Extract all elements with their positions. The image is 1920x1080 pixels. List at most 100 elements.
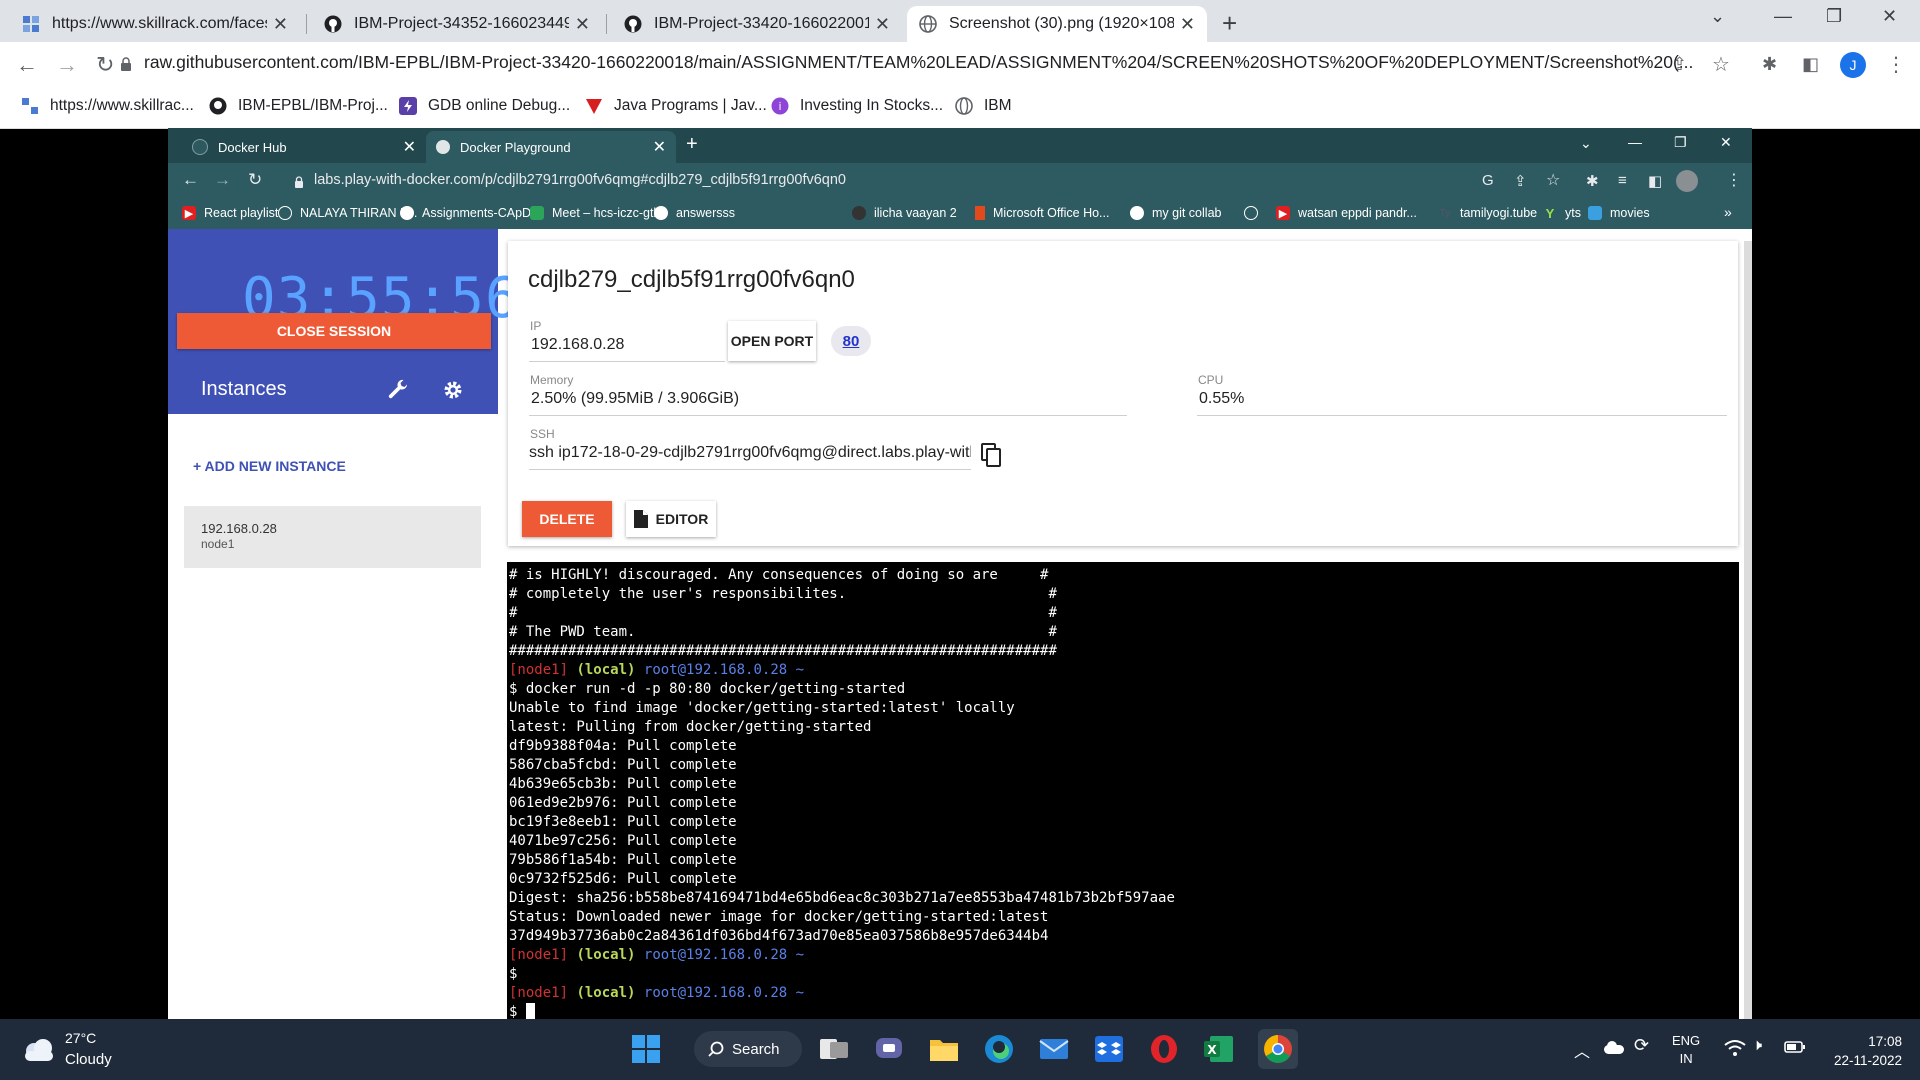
tab-search-icon[interactable]: ⌄ [1580,135,1592,152]
bookmark-answersss[interactable]: answersss [654,206,735,220]
outer-tab-screenshot[interactable]: Screenshot (30).png (1920×1080) ✕ [907,6,1207,42]
bookmark-movies[interactable]: movies [1588,206,1650,220]
minimize-icon[interactable]: — [1628,134,1642,150]
delete-instance-button[interactable]: DELETE [522,501,612,537]
taskbar-search-button[interactable]: Search [694,1031,802,1067]
bookmark-star-icon[interactable]: ☆ [1546,170,1560,190]
outer-tab-skillrack[interactable]: https://www.skillrack.com/faces/c ✕ [10,6,300,42]
opera-icon[interactable] [1148,1033,1180,1065]
bookmark-investing[interactable]: i Investing In Stocks... [770,96,943,116]
menu-icon[interactable]: ⋮ [1726,170,1742,190]
address-bar[interactable]: labs.play-with-docker.com/p/cdjlb2791rrg… [314,172,846,188]
onedrive-icon[interactable] [1602,1039,1626,1060]
side-panel-icon[interactable]: ◧ [1648,172,1662,190]
close-icon[interactable]: ✕ [653,137,666,157]
close-icon[interactable]: ✕ [273,14,288,35]
bookmark-ibm-epbl[interactable]: IBM-EPBL/IBM-Proj... [208,96,388,116]
address-bar[interactable]: raw.githubusercontent.com/IBM-EPBL/IBM-P… [144,52,1693,73]
close-session-button[interactable]: CLOSE SESSION [177,313,491,349]
ip-field[interactable]: 192.168.0.28 [531,336,721,354]
new-tab-button[interactable]: + [686,133,698,156]
dropbox-icon[interactable] [1093,1033,1125,1065]
copy-icon[interactable] [980,442,1004,473]
close-window-icon[interactable]: ✕ [1882,6,1897,27]
bookmark-java[interactable]: Java Programs | Jav... [584,96,767,116]
teams-chat-icon[interactable] [873,1033,905,1065]
edge-browser-icon[interactable] [983,1033,1015,1065]
excel-icon[interactable]: X [1203,1033,1235,1065]
file-explorer-icon[interactable] [928,1033,960,1065]
terminal[interactable]: # is HIGHLY! discouraged. Any consequenc… [507,562,1739,1019]
port-link[interactable]: 80 [831,326,871,356]
forward-icon[interactable]: → [214,170,231,190]
new-tab-button[interactable]: + [1222,8,1237,39]
share-icon[interactable]: ⇪ [1514,172,1527,190]
task-view-icon[interactable] [818,1033,850,1065]
scrollbar[interactable] [1744,241,1752,1019]
bookmark-yts[interactable]: Yyts [1543,206,1581,221]
bookmark-globe[interactable] [1244,206,1266,220]
google-icon[interactable]: G [1482,172,1494,189]
profile-avatar[interactable] [1676,170,1698,192]
media-icon[interactable]: ≡ [1618,172,1627,189]
reload-icon[interactable]: ↻ [248,170,262,190]
bookmark-tamilyogi[interactable]: Ty tamilyogi.tube [1438,206,1537,220]
weather-temperature[interactable]: 27°C [65,1030,96,1046]
outer-tab-ibm-project-34352[interactable]: IBM-Project-34352-1660234491/ ✕ [312,6,602,42]
bookmark-gdb[interactable]: GDB online Debug... [398,96,570,116]
chevron-up-icon[interactable]: ︿ [1574,1038,1590,1062]
wifi-icon[interactable] [1724,1039,1746,1062]
chrome-icon[interactable] [1258,1029,1298,1069]
outer-tab-ibm-project-33420[interactable]: IBM-Project-33420-1660220018/ ✕ [612,6,902,42]
clock[interactable]: 17:08 22-11-2022 [1822,1032,1902,1070]
add-new-instance-button[interactable]: + ADD NEW INSTANCE [193,458,346,474]
bookmark-star-icon[interactable]: ☆ [1712,52,1730,77]
mail-icon[interactable] [1038,1033,1070,1065]
inner-tab-docker-playground[interactable]: Docker Playground ✕ [426,131,676,163]
gear-icon[interactable] [442,379,464,406]
sync-icon[interactable]: ⟳ [1634,1035,1649,1056]
bookmark-microsoft-office[interactable]: Microsoft Office Ho... [975,206,1109,220]
ssh-field[interactable]: ssh ip172-18-0-29-cdjlb2791rrg00fv6qmg@d… [529,444,971,462]
minimize-icon[interactable]: — [1774,6,1792,27]
profile-avatar[interactable]: J [1840,52,1866,78]
close-window-icon[interactable]: ✕ [1720,134,1732,151]
close-icon[interactable]: ✕ [403,137,416,157]
volume-muted-icon[interactable]: 🕨 [1752,1037,1762,1055]
more-bookmarks-button[interactable]: » [1724,204,1732,220]
bookmark-meet[interactable]: Meet – hcs-iczc-gtb [530,206,660,220]
close-icon[interactable]: ✕ [575,14,590,35]
restore-icon[interactable]: ❐ [1674,134,1687,151]
bookmark-skillrack[interactable]: https://www.skillrac... [20,96,194,116]
bookmark-react-playlist[interactable]: ▶ React playlist [182,206,278,220]
restore-icon[interactable]: ❐ [1826,6,1842,27]
bookmark-assignments[interactable]: Assignments-CApD... [400,206,541,220]
language-indicator[interactable]: ENG IN [1672,1032,1700,1068]
battery-icon[interactable] [1784,1039,1806,1060]
extensions-icon[interactable]: ✱ [1762,54,1777,75]
bookmark-watsan[interactable]: ▶ watsan eppdi pandr... [1276,206,1417,220]
bookmark-nalaya-thiran[interactable]: NALAYA THIRAN L... [278,206,417,220]
close-icon[interactable]: ✕ [1180,14,1195,35]
side-panel-icon[interactable]: ◧ [1802,54,1819,75]
reload-icon[interactable]: ↻ [96,52,114,78]
cloudy-weather-icon[interactable] [20,1037,56,1068]
wrench-icon[interactable] [386,378,410,407]
inner-tab-docker-hub[interactable]: Docker Hub ✕ [182,131,426,163]
back-icon[interactable]: ← [182,170,199,190]
bookmark-my-git-collab[interactable]: my git collab [1130,206,1221,220]
bookmark-ibm[interactable]: IBM [954,96,1012,116]
close-icon[interactable]: ✕ [875,14,890,35]
weather-description[interactable]: Cloudy [65,1051,112,1068]
open-port-button[interactable]: OPEN PORT [728,321,816,361]
windows-start-icon[interactable] [630,1033,662,1065]
tab-search-icon[interactable]: ⌄ [1710,6,1725,27]
forward-icon[interactable]: → [56,52,78,78]
instance-list-item[interactable]: 192.168.0.28 node1 [184,506,481,568]
menu-icon[interactable]: ⋮ [1886,52,1906,77]
share-icon[interactable]: ⇪ [1672,54,1687,75]
bookmark-ilicha-vaayan[interactable]: ilicha vaayan 2 [852,206,957,220]
editor-button[interactable]: EDITOR [626,501,716,537]
extensions-icon[interactable]: ✱ [1586,172,1599,190]
back-icon[interactable]: ← [16,52,38,78]
